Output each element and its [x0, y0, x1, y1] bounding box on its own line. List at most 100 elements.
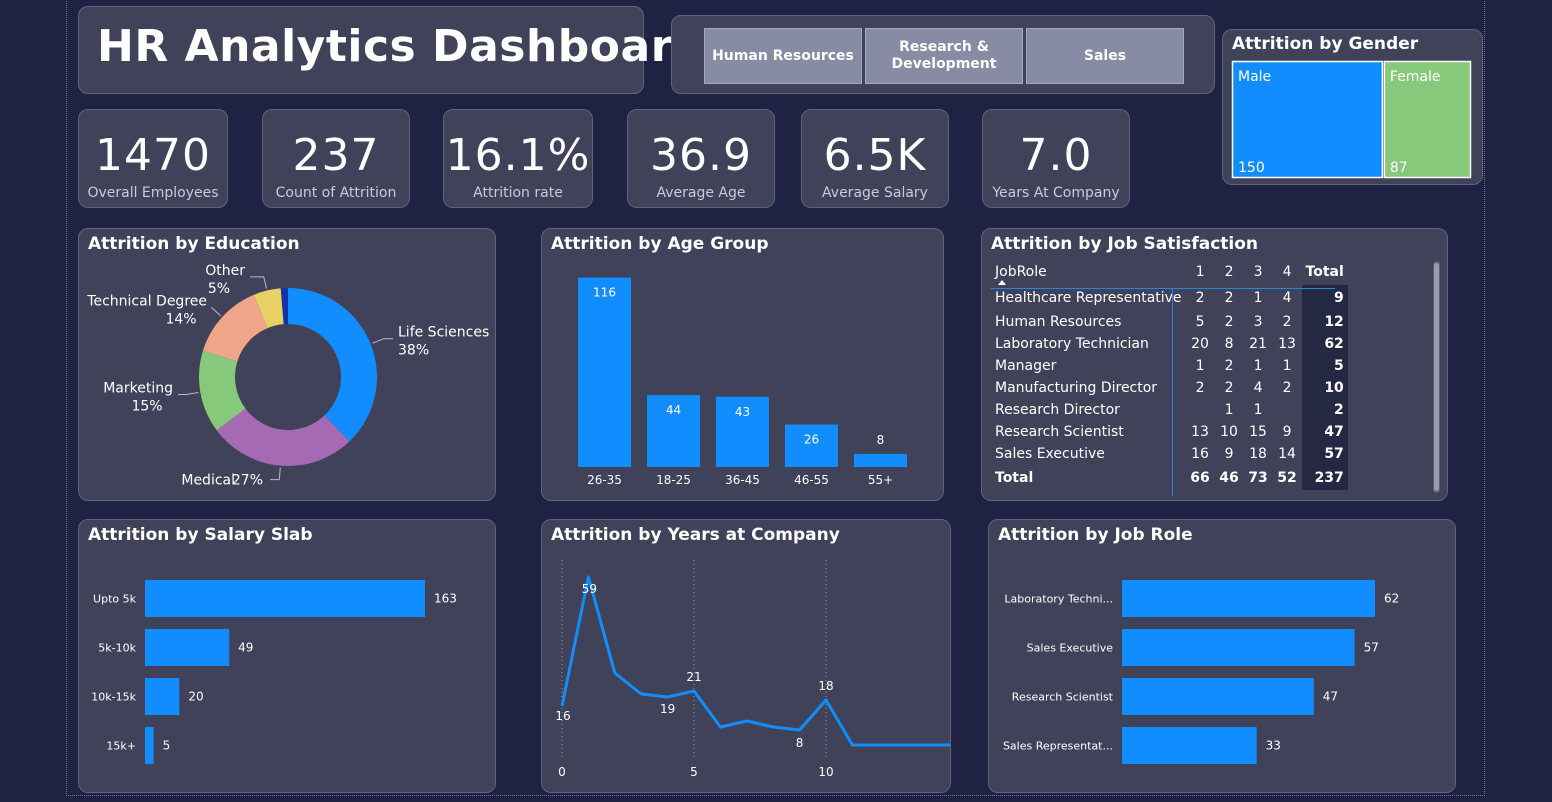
matrix-total-cell: 73 [1248, 469, 1268, 486]
treemap-label: Female [1390, 69, 1441, 85]
matrix-row-label: Human Resources [995, 314, 1122, 330]
years-data-label: 19 [660, 702, 675, 716]
age-tick-label: 26-35 [587, 473, 622, 487]
jobrole-data-label: 33 [1266, 739, 1281, 753]
age-data-label: 43 [735, 405, 750, 419]
matrix-row[interactable]: Laboratory Technician 20 8 21 13 62 [991, 333, 1348, 355]
matrix-cell: 12 [1301, 311, 1348, 333]
kpi-label: Overall Employees [87, 185, 219, 201]
matrix-row-label: Laboratory Technician [995, 336, 1149, 352]
donut-leader-line [178, 391, 199, 395]
matrix-row[interactable]: Human Resources 5 2 3 2 12 [991, 311, 1348, 333]
jobrole-bar[interactable] [1122, 580, 1375, 617]
years-data-label: 21 [686, 670, 701, 684]
matrix-header-2: 2 [1224, 264, 1234, 280]
matrix-cell: 4 [1253, 380, 1263, 396]
matrix-row-label: Research Scientist [995, 424, 1124, 440]
matrix-row[interactable]: Research Scientist 13 10 15 9 47 [991, 421, 1348, 443]
salary-bar[interactable] [145, 678, 180, 715]
donut-percent-label: 15% [131, 398, 162, 414]
matrix-total-cell: 52 [1277, 469, 1297, 486]
jobrole-category-label: Sales Executive [1027, 642, 1114, 655]
treemap-value: 150 [1238, 160, 1265, 176]
salary-category-label: Upto 5k [93, 593, 137, 606]
jobrole-category-label: Sales Representat... [1003, 740, 1113, 753]
matrix-cell: 2 [1224, 358, 1234, 374]
jobrole-bar[interactable] [1122, 678, 1314, 715]
treemap-label: Male [1238, 69, 1271, 85]
kpi-value: 6.5K [823, 130, 927, 181]
matrix-header-jobrole[interactable]: JobRole [991, 259, 1186, 285]
salary-data-label: 20 [188, 690, 203, 704]
slicer-human-resources[interactable]: Human Resources [704, 28, 862, 84]
kpi-value: 1470 [95, 130, 211, 181]
matrix-cell: 20 [1191, 336, 1209, 352]
salary-bar-chart: Upto 5k 163 5k-10k 49 10k-15k 20 15k+ 5 [91, 580, 457, 764]
slicer-research-development[interactable]: Research & Development [865, 28, 1023, 84]
years-chart-card: Attrition by Years at Company 16 59 19 21 8 1… [541, 519, 951, 793]
years-tick-label: 0 [558, 765, 566, 779]
jobrole-bar-chart: Laboratory Techni... 62 Sales Executive 57 R… [1003, 580, 1399, 764]
matrix-row[interactable]: Manufacturing Director 2 2 4 2 10 [991, 377, 1348, 399]
matrix-cell: 2 [1195, 380, 1205, 396]
matrix-cell: 13 [1278, 336, 1296, 352]
age-tick-label: 18-25 [656, 473, 691, 487]
jobrole-bar[interactable] [1122, 727, 1257, 764]
donut-category-label: Technical Degree [86, 294, 207, 310]
satisfaction-matrix: JobRole 1 2 3 4 Total Healthcare Represe… [991, 259, 1348, 490]
salary-category-label: 10k-15k [91, 691, 136, 704]
matrix-row[interactable]: Research Director 1 1 2 [991, 399, 1348, 421]
donut-slice-technical-degree[interactable] [202, 294, 268, 362]
matrix-cell: 13 [1191, 424, 1209, 440]
matrix-total-label: Total [995, 469, 1034, 486]
jobrole-data-label: 57 [1364, 641, 1379, 655]
donut-leader-line [250, 276, 268, 289]
jobrole-category-label: Research Scientist [1012, 691, 1114, 704]
matrix-row-label: Sales Executive [995, 446, 1105, 462]
age-bar[interactable] [854, 453, 907, 467]
matrix-cell: 5 [1195, 314, 1205, 330]
sort-ascending-icon[interactable] [998, 280, 1006, 285]
salary-category-label: 15k+ [106, 740, 136, 753]
kpi-years-at-company: 7.0 Years At Company [982, 109, 1130, 208]
matrix-header-divider [991, 288, 1335, 289]
kpi-label: Count of Attrition [275, 185, 397, 201]
matrix-scrollbar[interactable] [1433, 261, 1440, 493]
matrix-header-3: 3 [1253, 264, 1263, 280]
age-bar[interactable] [578, 277, 631, 467]
salary-bar[interactable] [145, 580, 425, 617]
age-data-label: 8 [877, 433, 885, 447]
age-data-label: 116 [593, 286, 616, 300]
donut-leader-line [210, 307, 221, 317]
years-line [560, 575, 950, 747]
matrix-cell [1186, 399, 1215, 421]
gender-treemap: Male 150 Female 87 [1231, 60, 1472, 179]
age-data-label: 26 [804, 433, 819, 447]
matrix-cell: 2 [1282, 314, 1292, 330]
years-tick-label: 10 [818, 765, 833, 779]
matrix-cell: 1 [1282, 358, 1292, 374]
slicer-sales[interactable]: Sales [1026, 28, 1184, 84]
jobrole-bar[interactable] [1122, 629, 1355, 666]
matrix-cell: 10 [1220, 424, 1238, 440]
matrix-total-cell: 46 [1219, 469, 1239, 486]
matrix-header-row: JobRole 1 2 3 4 Total [991, 259, 1348, 285]
kpi-average-age: 36.9 Average Age [627, 109, 775, 208]
jobrole-chart-card: Attrition by Job Role Laboratory Techni.… [988, 519, 1456, 793]
matrix-row[interactable]: Manager 1 2 1 1 5 [991, 355, 1348, 377]
matrix-cell: 2 [1282, 380, 1292, 396]
scrollbar-thumb[interactable] [1434, 263, 1439, 491]
salary-bar[interactable] [145, 727, 154, 764]
matrix-total-cell: 237 [1301, 465, 1348, 490]
donut-leader-line [372, 338, 393, 344]
matrix-row[interactable]: Sales Executive 16 9 18 14 57 [991, 443, 1348, 465]
matrix-cell: 1 [1253, 402, 1263, 418]
kpi-label: Average Salary [822, 185, 928, 201]
salary-data-label: 49 [238, 641, 253, 655]
donut-percent-label: 5% [208, 281, 230, 297]
gender-treemap-card: Attrition by Gender Male 150 Female 87 [1222, 29, 1483, 185]
donut-slice-life-sciences[interactable] [288, 288, 377, 442]
salary-bar[interactable] [145, 629, 230, 666]
matrix-cell: 15 [1249, 424, 1267, 440]
matrix-cell: 1 [1195, 358, 1205, 374]
